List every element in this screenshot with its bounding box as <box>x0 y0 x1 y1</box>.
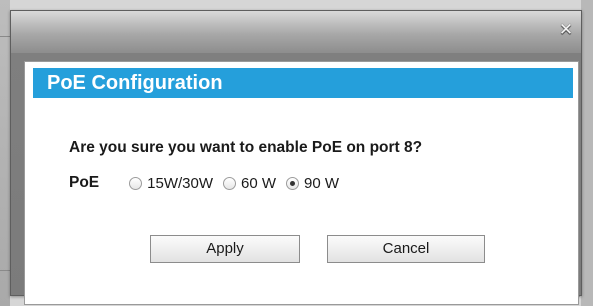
background-left-panel <box>0 0 10 306</box>
radio-15w-30w[interactable]: 15W/30W <box>129 175 213 192</box>
radio-button-icon[interactable] <box>223 176 237 190</box>
dialog-title: PoE Configuration <box>33 68 573 98</box>
radio-label: 15W/30W <box>147 174 214 192</box>
radio-90w[interactable]: 90 W <box>286 175 339 192</box>
dialog-content: PoE Configuration Are you sure you want … <box>24 61 579 305</box>
confirmation-question: Are you sure you want to enable PoE on p… <box>69 139 423 156</box>
background-divider <box>0 36 10 37</box>
cancel-button[interactable]: Cancel <box>327 235 485 263</box>
radio-button-icon[interactable] <box>129 176 143 190</box>
radio-60w[interactable]: 60 W <box>223 175 276 192</box>
poe-dialog: ✕ PoE Configuration Are you sure you wan… <box>10 10 582 305</box>
radio-button-selected-icon[interactable] <box>286 176 300 190</box>
close-icon[interactable]: ✕ <box>557 21 575 39</box>
radio-label: 60 W <box>241 174 277 192</box>
apply-button[interactable]: Apply <box>150 235 300 263</box>
poe-label: PoE <box>69 174 100 191</box>
dialog-titlebar: ✕ <box>11 11 581 53</box>
background-divider <box>0 270 10 271</box>
radio-label: 90 W <box>304 174 340 192</box>
background-right-panel <box>581 0 593 306</box>
poe-option-row: PoE 15W/30W 60 W 90 W <box>69 173 349 193</box>
